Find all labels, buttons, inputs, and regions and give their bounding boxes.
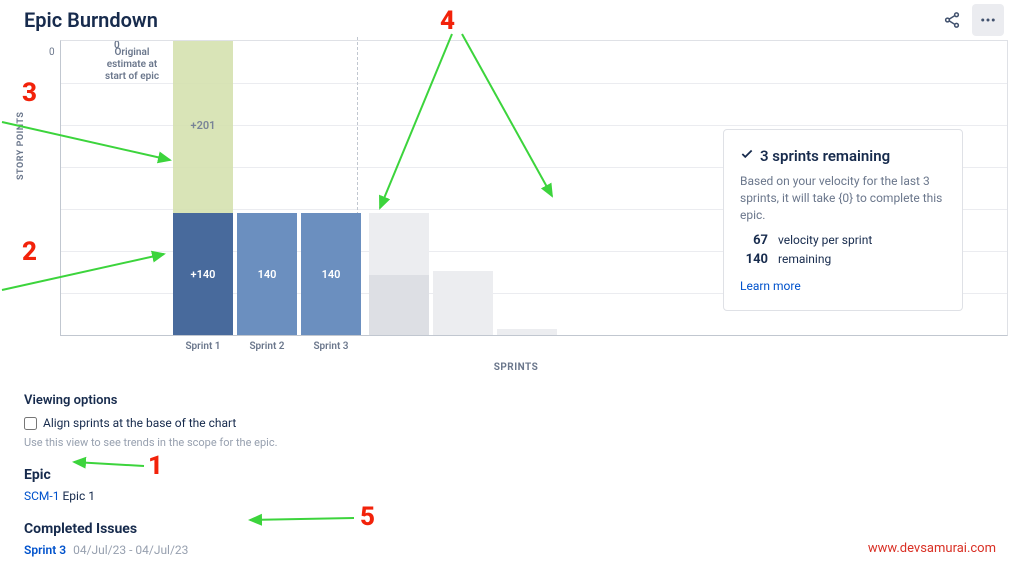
forecast-info-card: 3 sprints remaining Based on your veloci… xyxy=(723,129,963,311)
source-credit: www.devsamurai.com xyxy=(868,541,996,556)
viewing-options-heading: Viewing options xyxy=(24,393,996,408)
origin-estimate-label: Original estimate at start of epic xyxy=(97,47,167,83)
completed-issues-heading: Completed Issues xyxy=(24,521,996,537)
learn-more-link[interactable]: Learn more xyxy=(740,279,801,293)
align-sprints-checkbox[interactable] xyxy=(24,417,37,430)
bar-sprint3-work: 140 xyxy=(301,213,361,335)
bar-forecast-3 xyxy=(497,329,557,335)
y-zero-tick: 0 xyxy=(49,47,55,58)
more-icon[interactable] xyxy=(972,4,1004,36)
chart-plot-area: 0 Original estimate at start of epic +20… xyxy=(60,40,1008,336)
x-tick-sprint1: Sprint 1 xyxy=(173,341,233,352)
viewing-hint: Use this view to see trends in the scope… xyxy=(24,436,996,449)
completed-sprint-dates: 04/Jul/23 - 04/Jul/23 xyxy=(73,543,188,557)
burndown-chart: STORY POINTS 0 0 Original estimate at st… xyxy=(24,40,1008,373)
bar-sprint2-work: 140 xyxy=(237,213,297,335)
x-tick-sprint3: Sprint 3 xyxy=(301,341,361,352)
bar-forecast-1-bottom xyxy=(369,275,429,335)
annotation-1: 1 xyxy=(148,451,163,481)
remaining-value: 140 xyxy=(740,252,768,267)
x-axis-label: SPRINTS xyxy=(24,362,1008,373)
bar-forecast-2 xyxy=(433,271,493,335)
share-icon[interactable] xyxy=(936,4,968,36)
header-actions xyxy=(936,4,1004,36)
align-sprints-checkbox-row[interactable]: Align sprints at the base of the chart xyxy=(24,416,996,430)
annotation-4: 4 xyxy=(440,6,455,36)
align-sprints-label: Align sprints at the base of the chart xyxy=(43,416,236,430)
annotation-5: 5 xyxy=(360,502,375,532)
completed-sprint-link[interactable]: Sprint 3 xyxy=(24,543,66,557)
epic-name: Epic 1 xyxy=(62,489,94,503)
remaining-label: remaining xyxy=(778,252,831,267)
velocity-value: 67 xyxy=(740,233,768,248)
velocity-label: velocity per sprint xyxy=(778,233,872,248)
annotation-3: 3 xyxy=(22,78,37,108)
page-title: Epic Burndown xyxy=(24,8,158,32)
forecast-description: Based on your velocity for the last 3 sp… xyxy=(740,173,946,223)
x-tick-sprint2: Sprint 2 xyxy=(237,341,297,352)
y-axis-label: STORY POINTS xyxy=(16,112,26,180)
epic-heading: Epic xyxy=(24,467,996,483)
check-icon xyxy=(740,146,754,165)
bar-sprint1-work: +140 xyxy=(173,213,233,335)
epic-key-link[interactable]: SCM-1 xyxy=(24,489,59,503)
forecast-title: 3 sprints remaining xyxy=(760,147,890,165)
annotation-2: 2 xyxy=(22,237,37,267)
